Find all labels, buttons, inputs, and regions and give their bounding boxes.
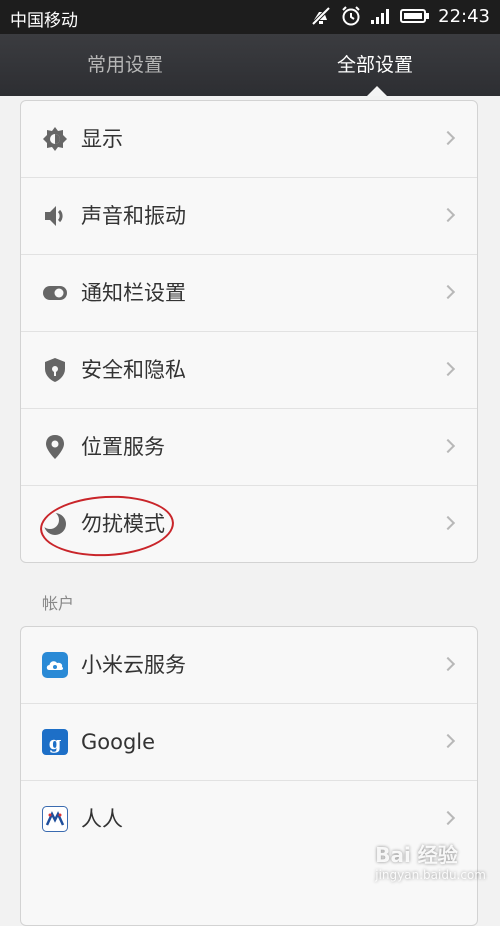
account-item-label: 人人 <box>81 807 123 831</box>
watermark-text: Bai 经验 <box>375 843 458 867</box>
chevron-right-icon <box>440 130 456 146</box>
chevron-right-icon <box>440 810 456 826</box>
settings-item-notification-bar[interactable]: 通知栏设置 <box>21 255 477 332</box>
settings-item-label: 显示 <box>81 127 123 151</box>
account-item-mi-cloud[interactable]: 小米云服务 <box>21 627 477 704</box>
chevron-right-icon <box>440 515 456 531</box>
chevron-right-icon <box>440 733 456 749</box>
watermark-url: jingyan.baidu.com <box>375 868 486 882</box>
google-icon: g <box>42 729 68 755</box>
carrier-name: 中国移动 <box>10 11 78 31</box>
chevron-right-icon <box>440 284 456 300</box>
brightness-icon <box>43 127 67 151</box>
chevron-right-icon <box>440 207 456 223</box>
tab-common-settings[interactable]: 常用设置 <box>0 34 250 96</box>
cloud-icon <box>42 652 68 678</box>
settings-item-sound[interactable]: 声音和振动 <box>21 178 477 255</box>
settings-item-security-privacy[interactable]: 安全和隐私 <box>21 332 477 409</box>
chevron-right-icon <box>440 438 456 454</box>
chevron-right-icon <box>440 656 456 672</box>
toggle-icon <box>43 286 67 300</box>
settings-item-label: 安全和隐私 <box>81 358 186 382</box>
settings-item-label: 声音和振动 <box>81 204 186 228</box>
battery-icon <box>400 9 430 23</box>
settings-item-label: 位置服务 <box>81 435 165 459</box>
location-pin-icon <box>46 435 64 459</box>
speaker-icon <box>45 206 63 226</box>
section-header-accounts: 帐户 <box>42 594 75 613</box>
mute-vibrate-icon <box>311 6 331 26</box>
active-tab-indicator <box>367 86 387 96</box>
account-item-label: Google <box>81 730 156 754</box>
svg-text:g: g <box>49 733 62 754</box>
status-bar: 中国移动 22:43 <box>0 0 500 34</box>
status-icons: 22:43 <box>310 5 490 27</box>
signal-icon <box>371 9 390 24</box>
shield-icon <box>45 358 65 382</box>
clock: 22:43 <box>438 5 490 27</box>
settings-item-location[interactable]: 位置服务 <box>21 409 477 486</box>
baidu-watermark: Bai 经验 jingyan.baidu.com <box>375 839 486 882</box>
settings-tabs: 常用设置 全部设置 <box>0 34 500 96</box>
alarm-icon <box>342 6 360 26</box>
settings-item-label: 通知栏设置 <box>81 281 186 305</box>
settings-item-display[interactable]: 显示 <box>21 101 477 178</box>
renren-icon <box>42 806 68 832</box>
account-item-google[interactable]: g Google <box>21 704 477 781</box>
chevron-right-icon <box>440 361 456 377</box>
settings-list-card: 显示 声音和振动 通知栏设置 安全和隐私 位置服务 勿扰模式 <box>20 100 478 563</box>
account-item-label: 小米云服务 <box>81 653 186 677</box>
